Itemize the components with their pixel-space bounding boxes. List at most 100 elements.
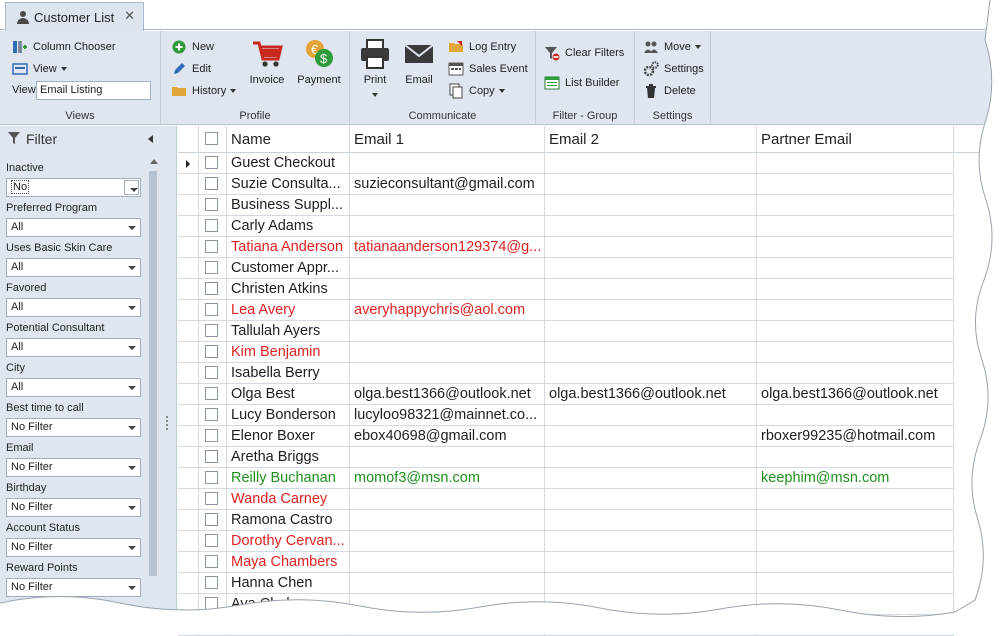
table-row[interactable]: Lucy Bonderson lucyloo98321@mainnet.co... bbox=[178, 405, 1005, 426]
table-row[interactable]: Hanna Chen bbox=[178, 573, 1005, 594]
cell-email1[interactable] bbox=[350, 573, 545, 594]
column-chooser-button[interactable]: Column Chooser bbox=[12, 39, 116, 55]
cell-partner-email[interactable]: olga.best1366@outlook.net bbox=[757, 384, 954, 405]
cell-partner-email[interactable] bbox=[757, 279, 954, 300]
table-row[interactable]: Carly Adams bbox=[178, 216, 1005, 237]
cell-name[interactable]: Aretha Briggs bbox=[227, 447, 350, 468]
chevron-down-icon[interactable] bbox=[123, 539, 140, 556]
row-checkbox[interactable] bbox=[205, 303, 218, 316]
cell-name[interactable]: Isabella Berry bbox=[227, 363, 350, 384]
column-header-name[interactable]: Name bbox=[227, 126, 350, 153]
cell-email2[interactable] bbox=[545, 363, 757, 384]
cell-email1[interactable] bbox=[350, 489, 545, 510]
cell-email1[interactable] bbox=[350, 279, 545, 300]
cell-partner-email[interactable] bbox=[757, 531, 954, 552]
cell-email2[interactable] bbox=[545, 594, 757, 615]
row-checkbox[interactable] bbox=[205, 282, 218, 295]
collapse-panel-icon[interactable] bbox=[148, 135, 153, 143]
row-checkbox[interactable] bbox=[205, 492, 218, 505]
row-checkbox[interactable] bbox=[205, 450, 218, 463]
row-checkbox[interactable] bbox=[205, 555, 218, 568]
chevron-down-icon[interactable] bbox=[123, 459, 140, 476]
cell-partner-email[interactable] bbox=[757, 594, 954, 615]
row-checkbox[interactable] bbox=[205, 597, 218, 610]
cell-email2[interactable] bbox=[545, 426, 757, 447]
filter-field-select[interactable]: No bbox=[6, 178, 141, 197]
column-header-email2[interactable]: Email 2 bbox=[545, 126, 757, 153]
cell-name[interactable]: Maya Chambers bbox=[227, 552, 350, 573]
table-row[interactable]: Maya Chambers bbox=[178, 552, 1005, 573]
cell-email1[interactable] bbox=[350, 258, 545, 279]
edit-button[interactable]: Edit bbox=[171, 61, 211, 77]
row-checkbox[interactable] bbox=[205, 471, 218, 484]
cell-email2[interactable] bbox=[545, 342, 757, 363]
cell-email2[interactable] bbox=[545, 153, 757, 174]
row-checkbox[interactable] bbox=[205, 324, 218, 337]
chevron-down-icon[interactable] bbox=[123, 339, 140, 356]
cell-email2[interactable]: olga.best1366@outlook.net bbox=[545, 384, 757, 405]
cell-email1[interactable] bbox=[350, 552, 545, 573]
cell-name[interactable]: Kim Benjamin bbox=[227, 342, 350, 363]
chevron-down-icon[interactable] bbox=[123, 379, 140, 396]
cell-email1[interactable]: ebox40698@gmail.com bbox=[350, 426, 545, 447]
filter-field-select[interactable]: No Filter bbox=[6, 418, 141, 437]
chevron-down-icon[interactable] bbox=[123, 499, 140, 516]
table-row[interactable]: Dorothy Cervan... bbox=[178, 531, 1005, 552]
cell-partner-email[interactable] bbox=[757, 489, 954, 510]
cell-name[interactable]: Chastity Clay bbox=[227, 615, 350, 636]
log-entry-button[interactable]: Log Entry bbox=[448, 39, 516, 55]
sales-event-button[interactable]: Sales Event bbox=[448, 61, 528, 77]
cell-email2[interactable] bbox=[545, 615, 757, 636]
chevron-down-icon[interactable] bbox=[124, 180, 139, 195]
cell-name[interactable]: Lucy Bonderson bbox=[227, 405, 350, 426]
cell-email1[interactable] bbox=[350, 510, 545, 531]
cell-partner-email[interactable]: keephim@msn.com bbox=[757, 468, 954, 489]
select-all-checkbox[interactable] bbox=[205, 132, 218, 145]
table-row[interactable]: Kim Benjamin bbox=[178, 342, 1005, 363]
cell-name[interactable]: Carly Adams bbox=[227, 216, 350, 237]
cell-name[interactable]: Reilly Buchanan bbox=[227, 468, 350, 489]
cell-name[interactable]: Christen Atkins bbox=[227, 279, 350, 300]
scrollbar-thumb[interactable] bbox=[149, 171, 157, 576]
cell-email2[interactable] bbox=[545, 279, 757, 300]
chevron-down-icon[interactable] bbox=[123, 299, 140, 316]
cell-name[interactable]: Hanna Chen bbox=[227, 573, 350, 594]
cell-partner-email[interactable] bbox=[757, 363, 954, 384]
cell-email1[interactable] bbox=[350, 363, 545, 384]
filter-field-select[interactable]: All bbox=[6, 258, 141, 277]
view-dropdown-button[interactable]: View bbox=[12, 61, 67, 77]
cell-partner-email[interactable] bbox=[757, 237, 954, 258]
cell-name[interactable]: Suzie Consulta... bbox=[227, 174, 350, 195]
cell-partner-email[interactable] bbox=[757, 300, 954, 321]
filter-field-select[interactable]: All bbox=[6, 218, 141, 237]
cell-email2[interactable] bbox=[545, 321, 757, 342]
cell-partner-email[interactable] bbox=[757, 216, 954, 237]
cell-email2[interactable] bbox=[545, 237, 757, 258]
cell-email2[interactable] bbox=[545, 174, 757, 195]
clear-filters-button[interactable]: Clear Filters bbox=[544, 45, 624, 61]
table-row[interactable]: Olga Best olga.best1366@outlook.net olga.b… bbox=[178, 384, 1005, 405]
table-row[interactable]: Ava Clark bbox=[178, 594, 1005, 615]
row-checkbox[interactable] bbox=[205, 387, 218, 400]
print-button[interactable]: Print bbox=[356, 37, 394, 100]
tab-customer-list[interactable]: Customer List ✕ bbox=[5, 2, 144, 31]
cell-email2[interactable] bbox=[545, 258, 757, 279]
table-row[interactable]: Ramona Castro bbox=[178, 510, 1005, 531]
cell-name[interactable]: Tatiana Anderson bbox=[227, 237, 350, 258]
cell-name[interactable]: Lea Avery bbox=[227, 300, 350, 321]
cell-email1[interactable] bbox=[350, 153, 545, 174]
cell-name[interactable]: Customer Appr... bbox=[227, 258, 350, 279]
cell-email1[interactable]: lucyloo98321@mainnet.co... bbox=[350, 405, 545, 426]
chevron-down-icon[interactable] bbox=[123, 419, 140, 436]
cell-email2[interactable] bbox=[545, 405, 757, 426]
cell-name[interactable]: Ramona Castro bbox=[227, 510, 350, 531]
cell-email2[interactable] bbox=[545, 195, 757, 216]
copy-dropdown-button[interactable]: Copy bbox=[448, 83, 505, 99]
table-row[interactable]: Tallulah Ayers bbox=[178, 321, 1005, 342]
cell-email1[interactable]: tatianaanderson129374@g... bbox=[350, 237, 545, 258]
row-checkbox[interactable] bbox=[205, 261, 218, 274]
row-checkbox[interactable] bbox=[205, 177, 218, 190]
cell-email2[interactable] bbox=[545, 531, 757, 552]
table-row[interactable]: Chastity Clay Chastity.clay9876... bbox=[178, 615, 1005, 636]
cell-name[interactable]: Guest Checkout bbox=[227, 153, 350, 174]
